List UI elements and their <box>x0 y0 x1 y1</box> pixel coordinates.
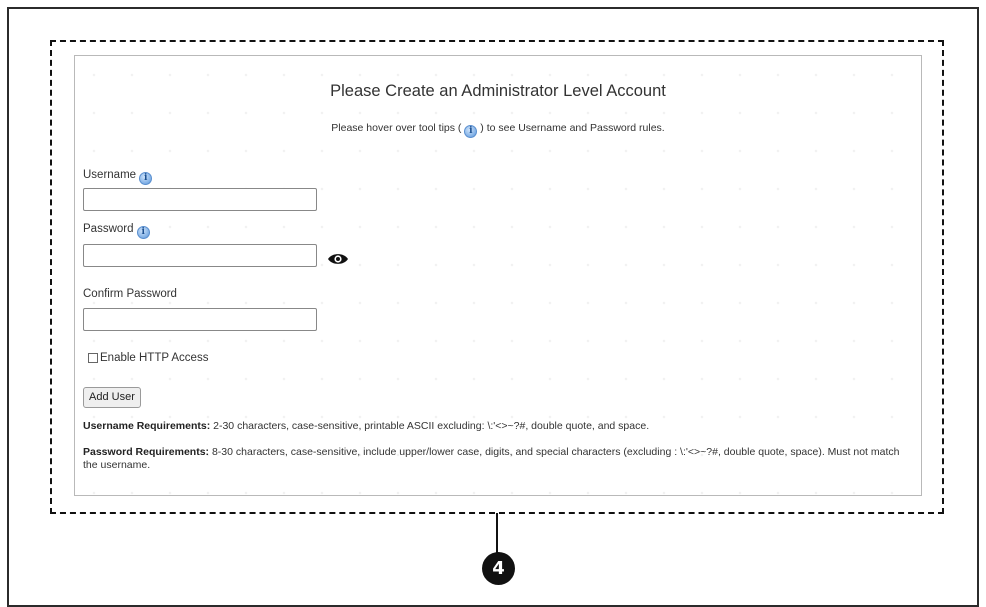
password-label: Password <box>83 223 134 235</box>
enable-http-label: Enable HTTP Access <box>100 352 209 364</box>
tooltip-hint-prefix: Please hover over tool tips ( <box>331 122 462 134</box>
password-input[interactable] <box>83 244 317 267</box>
enable-http-row[interactable]: Enable HTTP Access <box>88 352 208 364</box>
tooltip-hint: Please hover over tool tips ( i ) to see… <box>75 122 921 138</box>
eye-icon[interactable] <box>327 252 349 266</box>
info-icon: i <box>464 125 478 138</box>
password-info-icon[interactable]: i <box>136 226 150 239</box>
username-label: Username <box>83 169 137 181</box>
callout-connector <box>496 513 498 553</box>
username-input[interactable] <box>83 188 317 211</box>
password-label-row: Password i <box>83 223 150 239</box>
callout-badge: 4 <box>482 552 515 585</box>
confirm-password-label: Confirm Password <box>83 288 177 300</box>
confirm-password-input[interactable] <box>83 308 317 331</box>
username-requirements-text: 2-30 characters, case-sensitive, printab… <box>210 420 650 432</box>
username-requirements-heading: Username Requirements: <box>83 420 211 432</box>
page-title: Please Create an Administrator Level Acc… <box>330 82 666 100</box>
username-label-row: Username i <box>83 169 153 185</box>
create-admin-panel: Please Create an Administrator Level Acc… <box>74 55 922 496</box>
username-requirements: Username Requirements: 2-30 characters, … <box>83 420 913 433</box>
tooltip-hint-suffix: ) to see Username and Password rules. <box>480 122 665 134</box>
password-requirements: Password Requirements: 8-30 characters, … <box>83 446 913 472</box>
password-requirements-heading: Password Requirements: <box>83 446 210 458</box>
enable-http-checkbox[interactable] <box>88 353 98 363</box>
username-info-icon[interactable]: i <box>139 172 153 185</box>
add-user-button[interactable]: Add User <box>83 387 141 408</box>
